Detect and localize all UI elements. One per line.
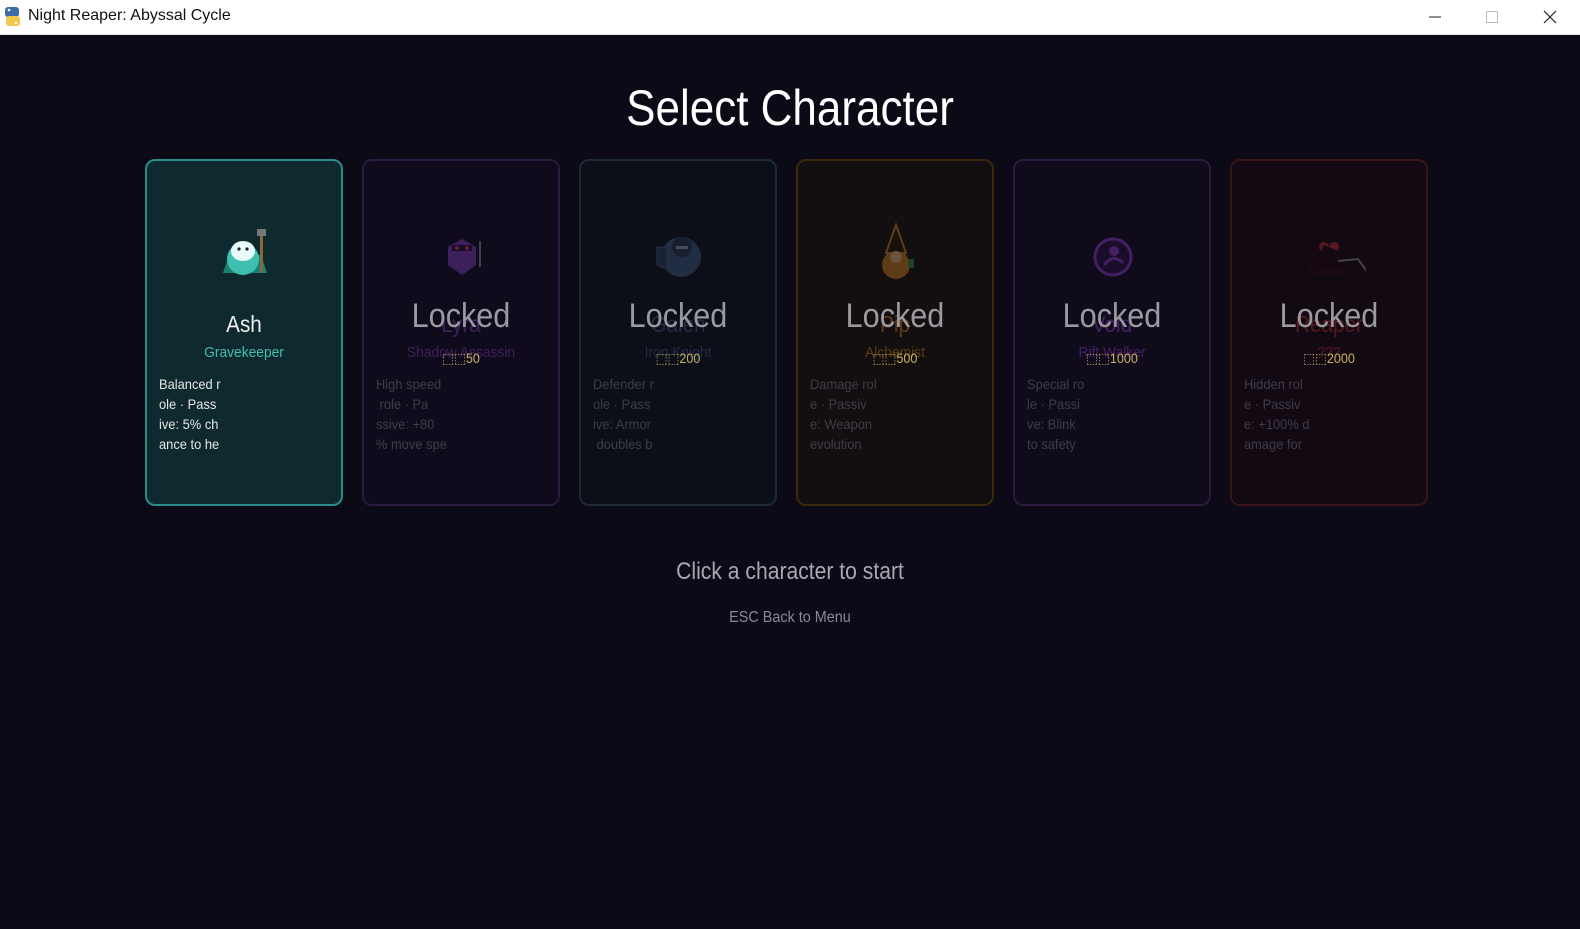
maximize-button[interactable]: [1463, 0, 1520, 34]
unlock-cost: ⬚⬚500: [872, 350, 918, 366]
window-title: Night Reaper: Abyssal Cycle: [28, 7, 231, 24]
character-name: Ash: [226, 311, 262, 337]
unlock-cost: ⬚⬚1000: [1086, 350, 1138, 366]
gravekeeper-portrait-icon: [209, 217, 281, 289]
locked-label: Locked: [411, 297, 511, 335]
locked-label: Locked: [845, 297, 945, 335]
game-canvas: Select Character Ash Gravekeeper Balanced …: [0, 35, 1580, 929]
minimize-icon: [1429, 16, 1441, 18]
unlock-cost: ⬚⬚2000: [1303, 350, 1355, 366]
screen-heading: Select Character: [626, 80, 954, 136]
character-card-1[interactable]: Ash Gravekeeper Balanced r ole · Pass ive:…: [145, 159, 343, 506]
locked-label: Locked: [1279, 297, 1379, 335]
close-button[interactable]: [1521, 0, 1578, 34]
minimize-button[interactable]: [1406, 0, 1463, 34]
window-titlebar: Night Reaper: Abyssal Cycle: [0, 0, 1580, 35]
unlock-cost: ⬚⬚50: [442, 350, 480, 366]
character-description: Balanced r ole · Pass ive: 5% ch ance to…: [159, 376, 221, 452]
locked-label: Locked: [1062, 297, 1162, 335]
locked-label: Locked: [628, 297, 728, 335]
start-hint: Click a character to start: [676, 558, 904, 585]
maximize-icon: [1486, 11, 1498, 23]
character-card-4[interactable]: PipAlchemistDamage rol e · Passiv e: Wea…: [796, 159, 994, 506]
character-role: Gravekeeper: [204, 344, 284, 361]
unlock-cost: ⬚⬚200: [655, 350, 701, 366]
back-to-menu-hint[interactable]: ESC Back to Menu: [79, 609, 1501, 627]
character-card-6[interactable]: Reaper???Hidden rol e · Passiv e: +100% …: [1230, 159, 1428, 506]
character-card-2[interactable]: LyraShadow AssassinHigh speed role · Pa …: [362, 159, 560, 506]
close-icon: [1543, 10, 1557, 24]
character-card-3[interactable]: GalenIron KnightDefender r ole · Pass iv…: [579, 159, 777, 506]
python-snake-icon: [5, 7, 20, 26]
character-card-5[interactable]: VoidRift WalkerSpecial ro le · Passi ve:…: [1013, 159, 1211, 506]
